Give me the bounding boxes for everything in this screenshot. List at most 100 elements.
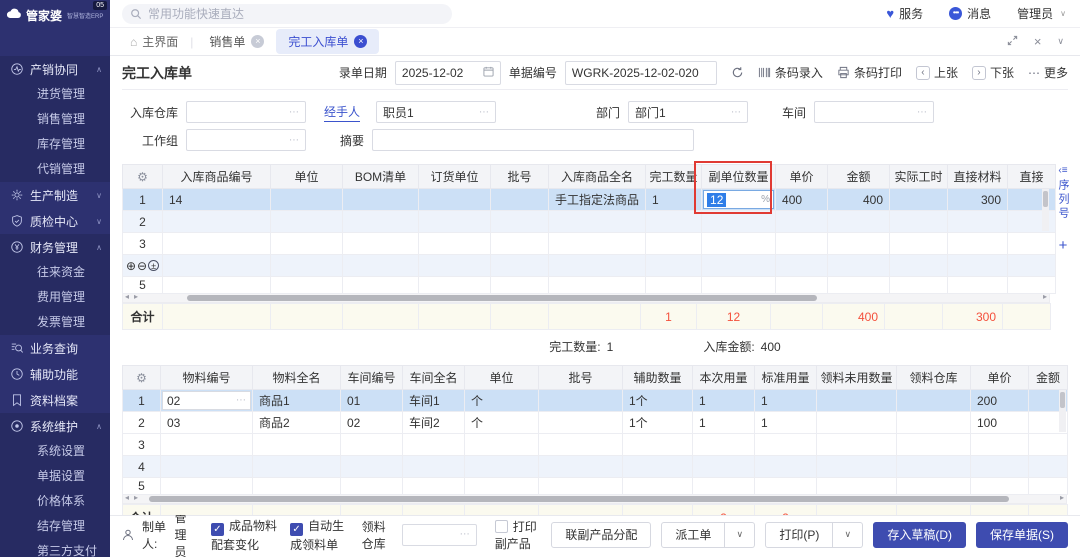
vertical-scrollbar[interactable]: [1042, 189, 1049, 231]
grid-cell[interactable]: [970, 477, 1029, 495]
grid-cell[interactable]: [889, 232, 949, 255]
ellipsis-icon[interactable]: ⋯: [236, 395, 246, 406]
grid-cell[interactable]: [889, 276, 949, 294]
grid-cell[interactable]: [1007, 276, 1057, 294]
sidebar-subitem[interactable]: 往来资金: [0, 260, 110, 285]
tab-completion-receipt[interactable]: 完工入库单 ×: [276, 29, 380, 54]
scroll-right-icon[interactable]: ▸: [1043, 292, 1047, 301]
save-document-button[interactable]: 保存单据(S): [976, 521, 1069, 548]
grid-cell[interactable]: [464, 455, 539, 478]
sidebar-subitem[interactable]: 结存管理: [0, 514, 110, 539]
expand-icon[interactable]: [1007, 35, 1018, 49]
dispatch-dropdown[interactable]: ∨: [725, 521, 756, 548]
grid-cell[interactable]: [162, 254, 271, 277]
grid-cell[interactable]: 1: [754, 389, 817, 412]
grid-cell[interactable]: [816, 477, 897, 495]
next-doc-button[interactable]: › 下张: [971, 64, 1014, 81]
grid-cell[interactable]: [816, 433, 897, 456]
grid-cell[interactable]: [645, 232, 703, 255]
grid-cell[interactable]: [754, 477, 817, 495]
grid-cell[interactable]: [816, 455, 897, 478]
close-icon[interactable]: ×: [354, 35, 368, 48]
grid-cell[interactable]: [827, 210, 891, 233]
add-icon[interactable]: +: [1059, 237, 1068, 254]
grid-cell[interactable]: [340, 477, 403, 495]
grid-cell[interactable]: 1: [645, 188, 703, 211]
grid-cell[interactable]: 300: [947, 188, 1009, 211]
grid-cell[interactable]: 400: [775, 188, 829, 211]
grid-cell[interactable]: 100: [970, 411, 1029, 434]
sidebar-item[interactable]: 产销协同 ∧: [0, 56, 110, 82]
grid-cell[interactable]: [270, 254, 343, 277]
grid-cell[interactable]: [418, 254, 491, 277]
calendar-icon[interactable]: [479, 66, 494, 80]
grid-cell[interactable]: 12%: [701, 188, 777, 211]
grid-cell[interactable]: [816, 411, 897, 434]
grid-cell[interactable]: [270, 232, 343, 255]
scrollbar-thumb[interactable]: [187, 295, 817, 301]
grid-cell[interactable]: [754, 433, 817, 456]
grid-cell[interactable]: [402, 455, 465, 478]
sidebar-item[interactable]: 业务查询: [0, 335, 110, 361]
grid-cell[interactable]: [1028, 455, 1068, 478]
grid-cell[interactable]: [490, 254, 549, 277]
handler-input[interactable]: 职员1 ⋯: [376, 101, 497, 123]
horizontal-scrollbar[interactable]: ◂ ▸ ▸: [122, 493, 1067, 504]
search-input[interactable]: [122, 3, 452, 24]
grid-cell[interactable]: 1个: [622, 411, 693, 434]
grid-cell[interactable]: 1个: [622, 389, 693, 412]
grid-cell[interactable]: [947, 232, 1009, 255]
more-button[interactable]: ⋯ 更多: [1028, 64, 1068, 81]
sidebar-subitem[interactable]: 费用管理: [0, 285, 110, 310]
grid-cell[interactable]: [645, 254, 703, 277]
grid-cell[interactable]: [464, 477, 539, 495]
grid-cell[interactable]: [270, 210, 343, 233]
warehouse-input[interactable]: ⋯: [186, 101, 306, 123]
grid-cell[interactable]: [889, 210, 949, 233]
grid-cell[interactable]: [947, 210, 1009, 233]
grid-cell[interactable]: 400: [827, 188, 891, 211]
grid-cell[interactable]: [490, 276, 549, 294]
grid-cell[interactable]: [896, 477, 971, 495]
grid-cell[interactable]: [622, 433, 693, 456]
grid-cell[interactable]: [701, 276, 777, 294]
cb-print-byproduct[interactable]: [494, 519, 508, 533]
grid-cell[interactable]: [162, 276, 271, 294]
collapse-icon[interactable]: ∨: [1057, 36, 1064, 47]
messages-menu[interactable]: ••• 消息: [949, 5, 991, 22]
sidebar-subitem[interactable]: 销售管理: [0, 107, 110, 132]
sidebar-subitem[interactable]: 发票管理: [0, 310, 110, 335]
grid-cell[interactable]: [340, 433, 403, 456]
grid-cell[interactable]: [754, 455, 817, 478]
doc-no-input[interactable]: WGRK-2025-12-02-020: [564, 60, 717, 85]
save-draft-button[interactable]: 存入草稿(D): [873, 521, 967, 548]
workgroup-input[interactable]: ⋯: [186, 129, 306, 151]
grid-cell[interactable]: [418, 276, 491, 294]
grid-cell[interactable]: [162, 232, 271, 255]
grid-cell[interactable]: [896, 389, 971, 412]
grid-cell[interactable]: [538, 477, 623, 495]
grid-cell[interactable]: [402, 433, 465, 456]
grid-cell[interactable]: 1: [692, 389, 755, 412]
scroll-left-icon[interactable]: ◂: [125, 493, 129, 502]
grid-cell[interactable]: [538, 433, 623, 456]
scroll-right-icon[interactable]: ▸: [134, 292, 138, 301]
grid-cell[interactable]: [160, 477, 253, 495]
cb-auto-picking[interactable]: ✓: [290, 522, 304, 536]
grid-cell[interactable]: [547, 254, 647, 277]
scroll-right-icon[interactable]: ▸: [134, 493, 138, 502]
grid-cell[interactable]: [692, 455, 755, 478]
grid-cell[interactable]: [775, 254, 829, 277]
grid-cell[interactable]: [970, 455, 1029, 478]
scrollbar-thumb[interactable]: [149, 496, 1009, 502]
sidebar-subitem[interactable]: 库存管理: [0, 132, 110, 157]
remove-row-icon[interactable]: ⊖: [137, 259, 148, 273]
grid-cell[interactable]: [342, 210, 419, 233]
grid-cell[interactable]: [775, 210, 829, 233]
grid-cell[interactable]: 手工指定法商品: [547, 188, 647, 211]
grid-cell[interactable]: [947, 276, 1009, 294]
sidebar-subitem[interactable]: 系统设置: [0, 439, 110, 464]
grid-cell[interactable]: [947, 254, 1009, 277]
grid-cell[interactable]: 个: [464, 411, 539, 434]
grid-cell[interactable]: [270, 188, 343, 211]
